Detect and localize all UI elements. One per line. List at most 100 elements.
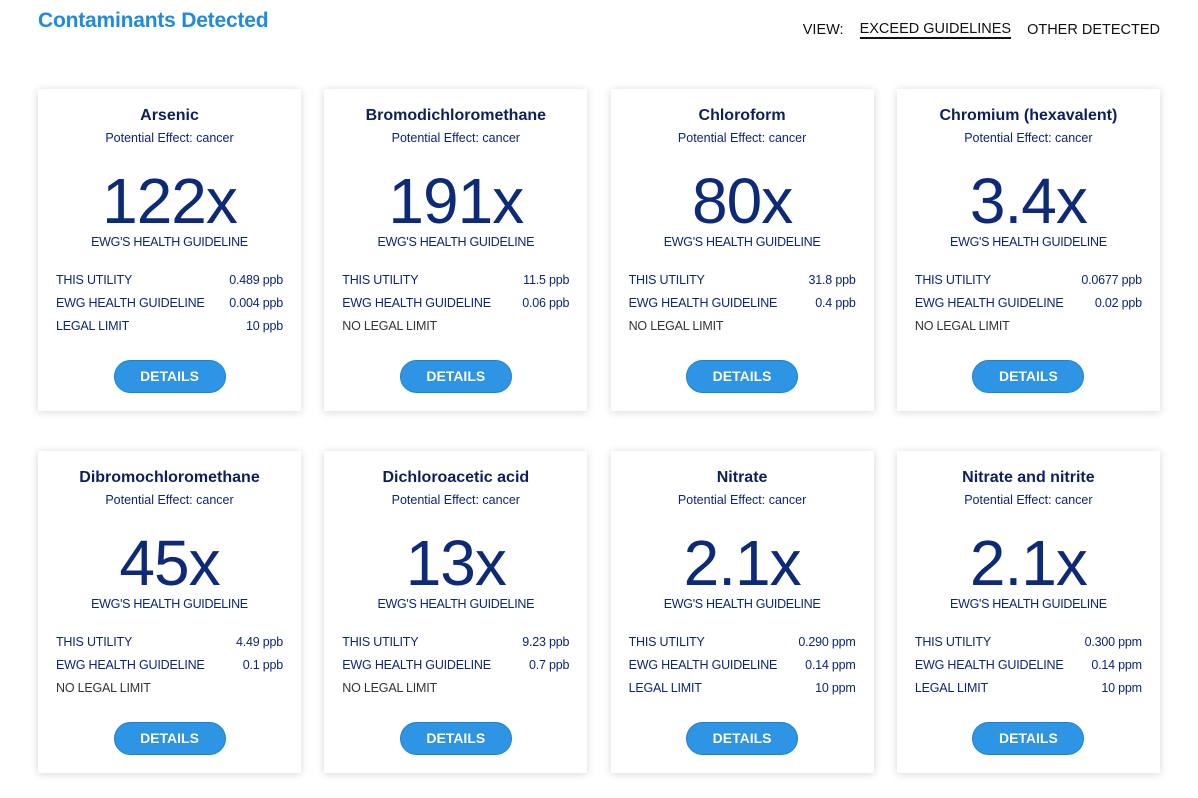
row-label: THIS UTILITY bbox=[56, 273, 133, 287]
guideline-multiple: 80x bbox=[692, 165, 793, 237]
guideline-multiple: 45x bbox=[119, 527, 220, 599]
page-title: Contaminants Detected bbox=[38, 9, 269, 32]
measurement-table: THIS UTILITY 9.23 ppb EWG HEALTH GUIDELI… bbox=[342, 634, 569, 703]
potential-effect: Potential Effect: cancer bbox=[391, 131, 520, 145]
row-value: 0.1 ppb bbox=[242, 658, 284, 672]
row-this-utility: THIS UTILITY 11.5 ppb bbox=[342, 272, 569, 295]
row-label: EWG HEALTH GUIDELINE bbox=[914, 296, 1064, 310]
row-value: 11.5 ppb bbox=[523, 273, 570, 287]
row-ewg-guideline: EWG HEALTH GUIDELINE 0.14 ppm bbox=[915, 657, 1142, 680]
row-ewg-guideline: EWG HEALTH GUIDELINE 0.02 ppb bbox=[915, 295, 1142, 318]
view-option-other-detected[interactable]: OTHER DETECTED bbox=[1027, 22, 1160, 38]
row-label: THIS UTILITY bbox=[914, 273, 991, 287]
contaminant-card: Chloroform Potential Effect: cancer 80x … bbox=[610, 89, 874, 411]
row-ewg-guideline: EWG HEALTH GUIDELINE 0.14 ppm bbox=[629, 657, 856, 680]
contaminant-card: Arsenic Potential Effect: cancer 122x EW… bbox=[38, 89, 301, 411]
contaminant-card: Chromium (hexavalent) Potential Effect: … bbox=[896, 89, 1160, 411]
row-value: 0.489 ppb bbox=[229, 273, 283, 287]
contaminant-card: Dichloroacetic acid Potential Effect: ca… bbox=[324, 451, 588, 773]
row-legal-limit: NO LEGAL LIMIT bbox=[629, 318, 856, 341]
row-value: 10 ppm bbox=[1101, 681, 1142, 695]
details-button[interactable]: DETAILS bbox=[113, 360, 226, 393]
row-label: EWG HEALTH GUIDELINE bbox=[56, 296, 205, 310]
guideline-multiple-label: EWG'S HEALTH GUIDELINE bbox=[950, 235, 1107, 249]
measurement-table: THIS UTILITY 0.290 ppm EWG HEALTH GUIDEL… bbox=[629, 634, 856, 703]
measurement-table: THIS UTILITY 0.0677 ppb EWG HEALTH GUIDE… bbox=[915, 272, 1142, 341]
details-button[interactable]: DETAILS bbox=[972, 360, 1085, 393]
row-label: THIS UTILITY bbox=[914, 635, 991, 649]
row-value: 0.02 ppb bbox=[1094, 296, 1142, 310]
guideline-multiple: 3.4x bbox=[969, 165, 1088, 237]
row-label: EWG HEALTH GUIDELINE bbox=[56, 658, 205, 672]
row-value: 10 ppm bbox=[815, 681, 856, 695]
row-label: LEGAL LIMIT bbox=[628, 681, 702, 695]
row-this-utility: THIS UTILITY 0.300 ppm bbox=[915, 634, 1142, 657]
guideline-multiple: 191x bbox=[388, 165, 524, 237]
contaminant-name: Nitrate and nitrite bbox=[962, 469, 1095, 486]
contaminant-name: Dichloroacetic acid bbox=[382, 469, 530, 486]
guideline-multiple: 2.1x bbox=[969, 527, 1088, 599]
guideline-multiple: 122x bbox=[102, 165, 238, 237]
details-button[interactable]: DETAILS bbox=[113, 722, 226, 755]
row-ewg-guideline: EWG HEALTH GUIDELINE 0.004 ppb bbox=[56, 295, 283, 318]
details-button[interactable]: DETAILS bbox=[972, 722, 1085, 755]
guideline-multiple-label: EWG'S HEALTH GUIDELINE bbox=[377, 597, 535, 611]
row-this-utility: THIS UTILITY 0.489 ppb bbox=[56, 272, 283, 295]
row-value: 0.004 ppb bbox=[229, 296, 283, 310]
row-legal-limit: LEGAL LIMIT 10 ppb bbox=[56, 318, 283, 341]
details-button[interactable]: DETAILS bbox=[686, 722, 799, 755]
potential-effect: Potential Effect: cancer bbox=[105, 131, 234, 145]
row-label: NO LEGAL LIMIT bbox=[628, 319, 724, 333]
contaminant-name: Nitrate bbox=[716, 469, 768, 486]
row-ewg-guideline: EWG HEALTH GUIDELINE 0.4 ppb bbox=[629, 295, 856, 318]
row-legal-limit: NO LEGAL LIMIT bbox=[342, 318, 569, 341]
row-legal-limit: NO LEGAL LIMIT bbox=[56, 680, 283, 703]
row-label: THIS UTILITY bbox=[342, 635, 419, 649]
details-button[interactable]: DETAILS bbox=[399, 360, 512, 393]
contaminant-card: Nitrate Potential Effect: cancer 2.1x EW… bbox=[610, 451, 874, 773]
row-legal-limit: LEGAL LIMIT 10 ppm bbox=[629, 680, 856, 703]
view-label: VIEW: bbox=[802, 22, 844, 38]
details-button[interactable]: DETAILS bbox=[686, 360, 799, 393]
row-label: EWG HEALTH GUIDELINE bbox=[628, 296, 778, 310]
row-value: 10 ppb bbox=[245, 319, 283, 333]
potential-effect: Potential Effect: cancer bbox=[964, 493, 1093, 507]
row-value: 9.23 ppb bbox=[522, 635, 570, 649]
row-value: 0.14 ppm bbox=[805, 658, 856, 672]
potential-effect: Potential Effect: cancer bbox=[391, 493, 520, 507]
view-toggle: VIEW: EXCEED GUIDELINES OTHER DETECTED bbox=[803, 21, 1160, 39]
row-value: 0.0677 ppb bbox=[1081, 273, 1142, 287]
row-label: EWG HEALTH GUIDELINE bbox=[914, 658, 1064, 672]
measurement-table: THIS UTILITY 4.49 ppb EWG HEALTH GUIDELI… bbox=[56, 634, 283, 703]
row-label: EWG HEALTH GUIDELINE bbox=[342, 296, 491, 310]
row-legal-limit: LEGAL LIMIT 10 ppm bbox=[915, 680, 1142, 703]
details-button[interactable]: DETAILS bbox=[399, 722, 512, 755]
potential-effect: Potential Effect: cancer bbox=[964, 131, 1093, 145]
row-value: 0.4 ppb bbox=[815, 296, 856, 310]
measurement-table: THIS UTILITY 0.489 ppb EWG HEALTH GUIDEL… bbox=[56, 272, 283, 341]
view-option-exceed-guidelines[interactable]: EXCEED GUIDELINES bbox=[859, 21, 1012, 39]
contaminant-card: Nitrate and nitrite Potential Effect: ca… bbox=[896, 451, 1160, 773]
row-this-utility: THIS UTILITY 4.49 ppb bbox=[56, 634, 283, 657]
row-value: 4.49 ppb bbox=[235, 635, 283, 649]
row-ewg-guideline: EWG HEALTH GUIDELINE 0.1 ppb bbox=[56, 657, 283, 680]
guideline-multiple-label: EWG'S HEALTH GUIDELINE bbox=[663, 235, 821, 249]
row-this-utility: THIS UTILITY 0.290 ppm bbox=[629, 634, 856, 657]
contaminant-grid: Arsenic Potential Effect: cancer 122x EW… bbox=[38, 89, 1160, 773]
potential-effect: Potential Effect: cancer bbox=[105, 493, 234, 507]
row-legal-limit: NO LEGAL LIMIT bbox=[915, 318, 1142, 341]
row-label: EWG HEALTH GUIDELINE bbox=[628, 658, 778, 672]
row-label: NO LEGAL LIMIT bbox=[342, 319, 437, 333]
row-this-utility: THIS UTILITY 9.23 ppb bbox=[342, 634, 569, 657]
contaminant-name: Bromodichloromethane bbox=[365, 107, 547, 124]
measurement-table: THIS UTILITY 0.300 ppm EWG HEALTH GUIDEL… bbox=[915, 634, 1142, 703]
row-legal-limit: NO LEGAL LIMIT bbox=[342, 680, 569, 703]
row-value: 31.8 ppb bbox=[808, 273, 856, 287]
row-label: THIS UTILITY bbox=[628, 635, 705, 649]
guideline-multiple-label: EWG'S HEALTH GUIDELINE bbox=[377, 235, 535, 249]
row-ewg-guideline: EWG HEALTH GUIDELINE 0.7 ppb bbox=[342, 657, 569, 680]
row-label: THIS UTILITY bbox=[56, 635, 133, 649]
guideline-multiple: 13x bbox=[405, 527, 507, 599]
row-this-utility: THIS UTILITY 0.0677 ppb bbox=[915, 272, 1142, 295]
row-label: THIS UTILITY bbox=[628, 273, 705, 287]
